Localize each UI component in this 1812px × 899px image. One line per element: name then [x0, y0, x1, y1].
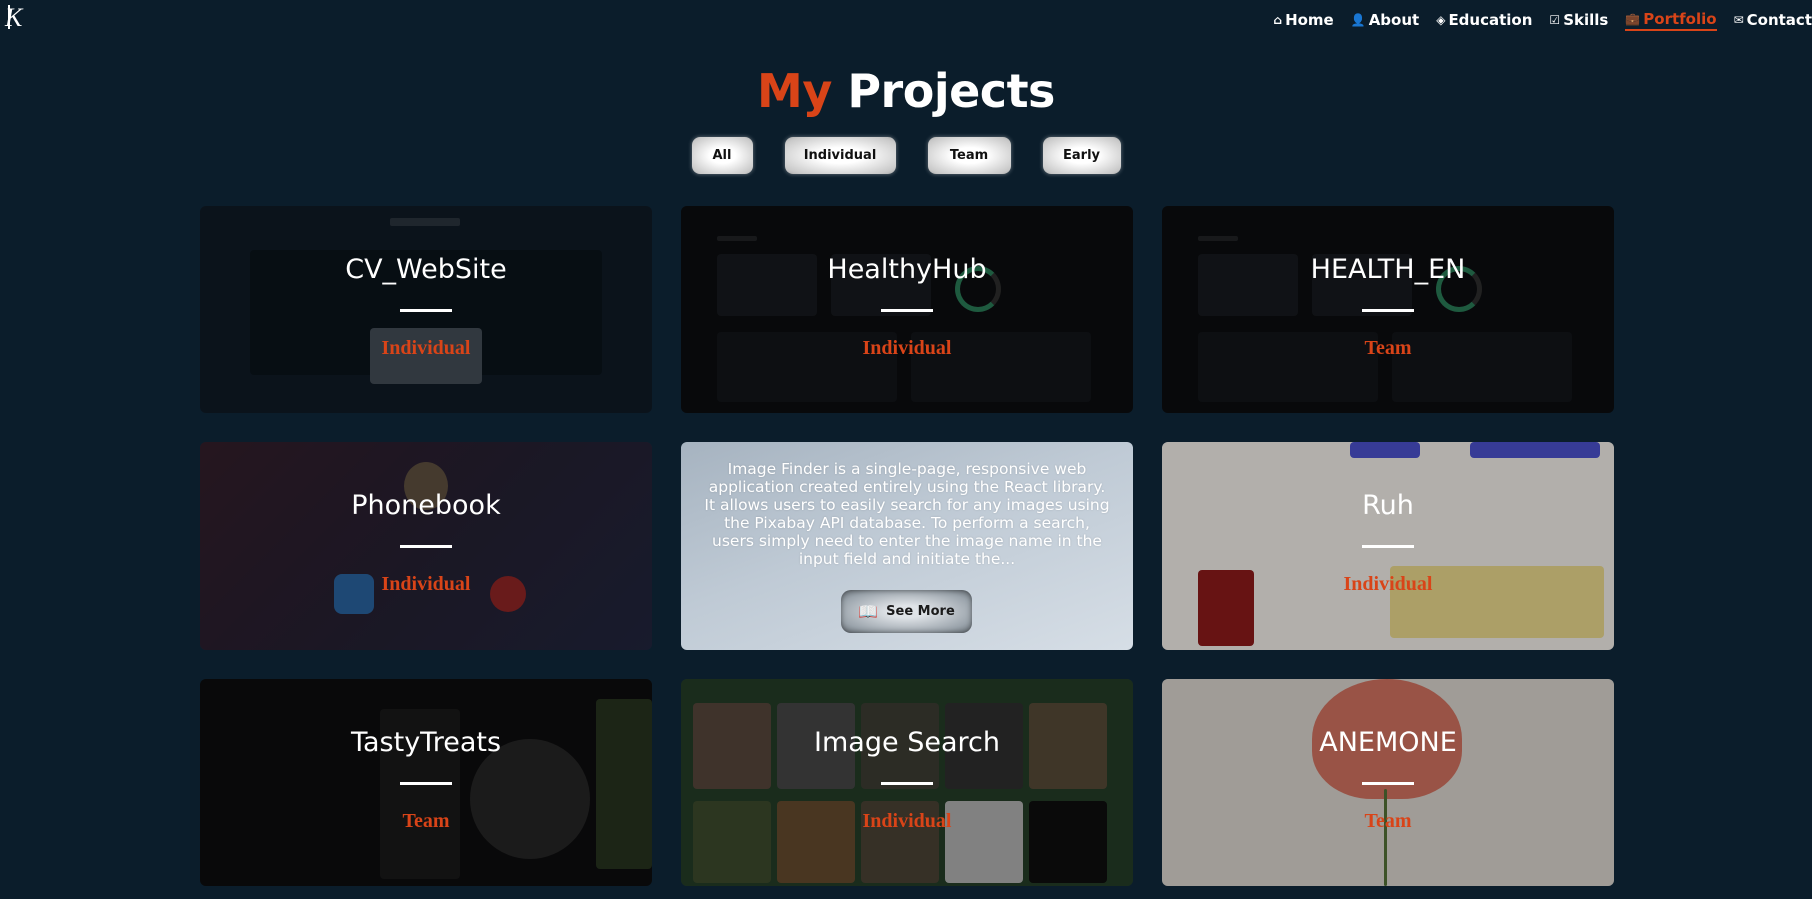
page-title: My Projects — [0, 64, 1812, 118]
project-card[interactable]: HEALTH_EN Team — [1162, 206, 1614, 413]
project-tag: Individual — [381, 337, 471, 359]
nav-portfolio-label: Portfolio — [1643, 10, 1717, 28]
project-tag: Individual — [862, 337, 952, 359]
project-name: Image Search — [814, 727, 1000, 758]
project-card-hovered[interactable]: Image Finder is a single-page, responsiv… — [681, 442, 1133, 650]
nav-about[interactable]: 👤 About — [1351, 9, 1419, 31]
project-card[interactable]: CV_WebSite Individual — [200, 206, 652, 413]
divider — [400, 545, 452, 548]
nav-contact[interactable]: ✉ Contact — [1734, 9, 1812, 31]
filter-early-button[interactable]: Early — [1042, 137, 1121, 174]
main-nav: ⌂ Home 👤 About ◈ Education ☑ Skills 💼 Po… — [1256, 9, 1812, 31]
project-name: HEALTH_EN — [1310, 254, 1466, 285]
home-icon: ⌂ — [1273, 13, 1283, 27]
title-rest: Projects — [847, 64, 1055, 118]
education-icon: ◈ — [1436, 13, 1446, 27]
title-accent: My — [757, 64, 832, 118]
divider — [1362, 782, 1414, 785]
see-more-button[interactable]: 📖 See More — [841, 590, 972, 633]
project-tag: Individual — [862, 810, 952, 832]
project-tag: Individual — [381, 573, 471, 595]
nav-skills[interactable]: ☑ Skills — [1549, 9, 1608, 31]
filter-individual-button[interactable]: Individual — [784, 137, 896, 174]
filter-all-button[interactable]: All — [691, 137, 753, 174]
project-tag: Individual — [1343, 573, 1433, 595]
project-name: TastyTreats — [350, 727, 502, 758]
project-tag: Team — [1364, 810, 1412, 832]
nav-home-label: Home — [1285, 11, 1334, 29]
project-card[interactable]: Ruh Individual — [1162, 442, 1614, 650]
briefcase-icon: 💼 — [1625, 12, 1641, 26]
nav-education-label: Education — [1448, 11, 1533, 29]
project-card[interactable]: HealthyHub Individual — [681, 206, 1133, 413]
project-name: CV_WebSite — [345, 254, 507, 285]
project-name: Phonebook — [351, 490, 501, 521]
nav-skills-label: Skills — [1563, 11, 1609, 29]
project-tag: Team — [402, 810, 450, 832]
nav-education[interactable]: ◈ Education — [1436, 9, 1532, 31]
nav-home[interactable]: ⌂ Home — [1273, 9, 1333, 31]
divider — [400, 309, 452, 312]
skills-icon: ☑ — [1549, 13, 1561, 27]
project-description: Image Finder is a single-page, responsiv… — [704, 460, 1110, 568]
divider — [400, 782, 452, 785]
divider — [881, 782, 933, 785]
envelope-icon: ✉ — [1733, 13, 1744, 27]
divider — [1362, 309, 1414, 312]
user-icon: 👤 — [1350, 13, 1366, 27]
nav-portfolio[interactable]: 💼 Portfolio — [1625, 9, 1717, 31]
project-card[interactable]: TastyTreats Team — [200, 679, 652, 886]
project-tag: Team — [1364, 337, 1412, 359]
svg-text:K: K — [4, 3, 24, 32]
project-name: HealthyHub — [827, 254, 987, 285]
book-icon: 📖 — [858, 602, 879, 621]
project-name: Ruh — [1362, 490, 1414, 521]
filter-team-button[interactable]: Team — [927, 137, 1011, 174]
projects-grid: CV_WebSite Individual HealthyHub Individ… — [200, 206, 1614, 886]
project-card[interactable]: Phonebook Individual — [200, 442, 652, 650]
project-card[interactable]: ANEMONE Team — [1162, 679, 1614, 886]
filter-bar: All Individual Team Early — [0, 137, 1812, 174]
divider — [881, 309, 933, 312]
nav-about-label: About — [1368, 11, 1420, 29]
project-card[interactable]: Image Search Individual — [681, 679, 1133, 886]
nav-contact-label: Contact — [1746, 11, 1812, 29]
site-logo[interactable]: K — [4, 2, 30, 32]
project-name: ANEMONE — [1319, 727, 1457, 758]
divider — [1362, 545, 1414, 548]
see-more-label: See More — [886, 604, 955, 619]
